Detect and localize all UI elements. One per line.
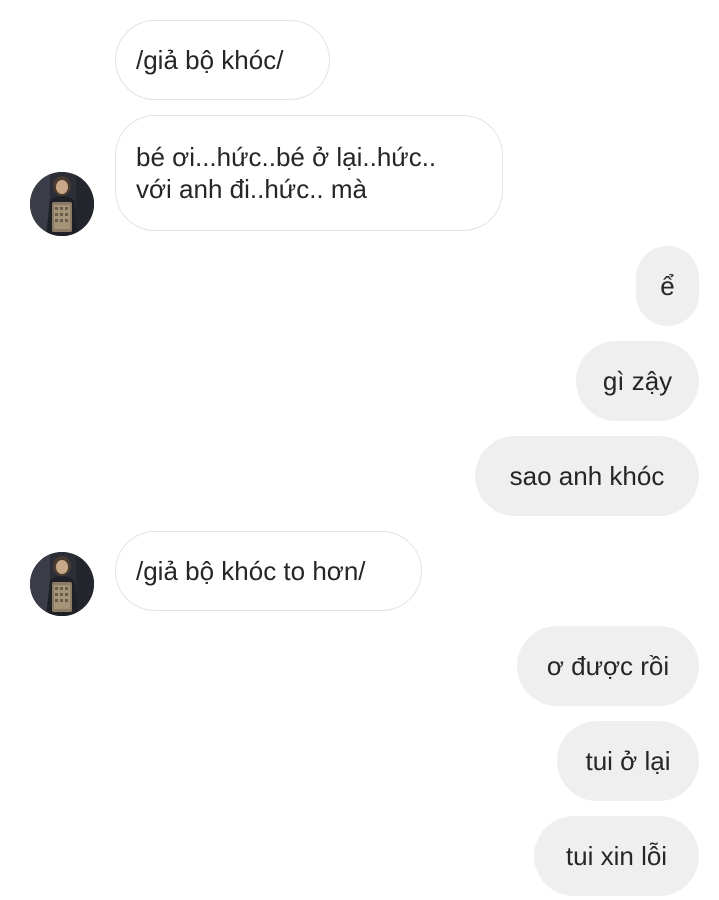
message-text: ể	[660, 271, 675, 301]
contact-avatar[interactable]	[30, 172, 94, 236]
message-text: /giả bộ khóc/	[136, 45, 284, 75]
message-text-line: với anh đi..hức.. mà	[136, 174, 367, 204]
message-text: gì zậy	[602, 366, 673, 396]
outgoing-message-bubble[interactable]: sao anh khóc	[475, 436, 699, 516]
incoming-message-bubble[interactable]: /giả bộ khóc to hơn/	[115, 531, 422, 611]
message-text: tui xin lỗi	[565, 841, 668, 871]
message-text-line: bé ơi...hức..bé ở lại..hức..	[136, 142, 437, 172]
incoming-message-bubble[interactable]: bé ơi...hức..bé ở lại..hức.. với anh đi.…	[115, 115, 503, 231]
avatar-photo-icon	[30, 172, 94, 236]
message-text: sao anh khóc	[509, 461, 665, 491]
outgoing-message-bubble[interactable]: ể	[636, 246, 699, 326]
outgoing-message-bubble[interactable]: gì zậy	[576, 341, 699, 421]
message-text: ơ được rồi	[546, 651, 670, 681]
outgoing-message-bubble[interactable]: ơ được rồi	[517, 626, 699, 706]
message-text: tui ở lại	[585, 746, 671, 776]
incoming-message-bubble[interactable]: /giả bộ khóc/	[115, 20, 330, 100]
outgoing-message-bubble[interactable]: tui ở lại	[557, 721, 699, 801]
outgoing-message-bubble[interactable]: tui xin lỗi	[534, 816, 699, 896]
contact-avatar[interactable]	[30, 552, 94, 616]
message-text-block: bé ơi...hức..bé ở lại..hức.. với anh đi.…	[136, 141, 436, 205]
avatar-photo-icon	[30, 552, 94, 616]
message-text: /giả bộ khóc to hơn/	[136, 556, 366, 586]
